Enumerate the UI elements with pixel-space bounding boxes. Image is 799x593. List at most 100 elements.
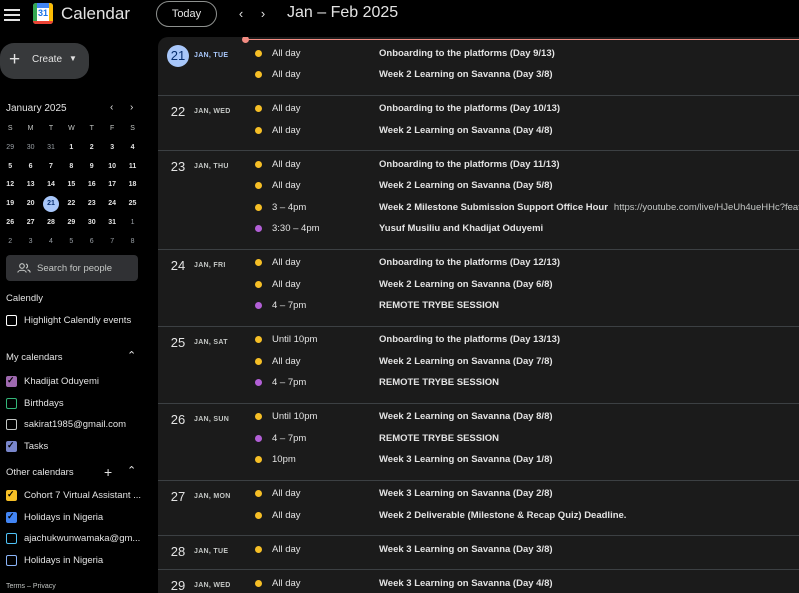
calendar-item[interactable]: sakirat1985@gmail.com [6,418,146,432]
mini-calendar-day[interactable]: 30 [20,139,40,158]
event-row[interactable]: All day Onboarding to the platforms (Day… [158,44,799,65]
footer-links[interactable]: Terms – Privacy [6,583,56,590]
previous-period-icon[interactable]: ‹ [234,6,248,22]
mini-calendar-day-number: 6 [28,162,33,170]
next-period-icon[interactable]: › [256,6,270,22]
calendar-checkbox[interactable] [6,397,17,409]
calendar-item[interactable]: Tasks [6,440,146,454]
calendar-item[interactable]: Holidays in Nigeria [6,511,146,525]
mini-calendar-day[interactable]: 19 [0,195,20,214]
event-row[interactable]: All day Week 2 Learning on Savanna (Day … [158,176,799,197]
main-menu-icon[interactable] [4,6,20,22]
create-button[interactable]: + Create ▼ [0,43,89,79]
mini-calendar-day[interactable]: 29 [61,214,81,233]
calendly-checkbox[interactable] [6,315,17,326]
mini-calendar-day[interactable]: 5 [0,158,20,177]
mini-calendar-day[interactable]: 8 [61,158,81,177]
mini-calendar-day[interactable]: 8 [122,233,142,252]
event-row[interactable]: All day Week 2 Learning on Savanna (Day … [158,352,799,373]
calendar-checkbox[interactable] [6,419,17,430]
event-row[interactable]: All day Week 3 Learning on Savanna (Day … [158,484,799,505]
calendar-item[interactable]: Holidays in Nigeria [6,554,146,568]
event-row[interactable]: All day Week 2 Learning on Savanna (Day … [158,65,799,86]
mini-calendar-day[interactable]: 4 [122,139,142,158]
mini-calendar-day[interactable]: 6 [82,233,102,252]
mini-calendar-day[interactable]: 2 [0,233,20,252]
mini-calendar-day[interactable]: 30 [82,214,102,233]
mini-calendar-day[interactable]: 11 [122,158,142,177]
mini-calendar-day[interactable]: 14 [41,176,61,195]
mini-calendar-day[interactable]: 13 [20,176,40,195]
mini-calendar-day[interactable]: 6 [20,158,40,177]
mini-calendar-day[interactable]: 29 [0,139,20,158]
mini-calendar-day[interactable]: 4 [41,233,61,252]
add-other-calendar-icon[interactable]: + [104,464,112,480]
mini-calendar-day[interactable]: 22 [61,195,81,214]
mini-calendar-day[interactable]: 31 [102,214,122,233]
event-row[interactable]: 4 – 7pm REMOTE TRYBE SESSION [158,429,799,450]
mini-calendar-day[interactable]: 7 [102,233,122,252]
event-row[interactable]: 10pm Week 3 Learning on Savanna (Day 1/8… [158,450,799,471]
mini-calendar-day[interactable]: 1 [122,214,142,233]
mini-calendar-day[interactable]: 25 [122,195,142,214]
event-row[interactable]: All day Week 2 Deliverable (Milestone & … [158,506,799,527]
calendar-checkbox[interactable] [6,375,17,387]
other-calendars-collapse-icon[interactable]: ⌃ [127,464,136,477]
mini-calendar-day[interactable]: 28 [41,214,61,233]
mini-calendar-day[interactable]: 9 [82,158,102,177]
mini-calendar-day[interactable]: 12 [0,176,20,195]
mini-calendar-day[interactable]: 31 [41,139,61,158]
event-row[interactable]: All day Week 3 Learning on Savanna (Day … [158,574,799,593]
calendar-checkbox[interactable] [6,489,17,501]
mini-calendar-day[interactable]: 1 [61,139,81,158]
mini-calendar-today[interactable]: 21 [41,195,61,214]
other-calendars-label[interactable]: Other calendars [6,467,74,478]
calendar-checkbox[interactable] [6,533,17,544]
event-row[interactable]: 3:30 – 4pm Yusuf Musiliu and Khadijat Od… [158,219,799,240]
mini-calendar-day[interactable]: 5 [61,233,81,252]
event-row[interactable]: All day Week 2 Learning on Savanna (Day … [158,275,799,296]
mini-calendar-day[interactable]: 18 [122,176,142,195]
event-row[interactable]: All day Onboarding to the platforms (Day… [158,99,799,120]
calendar-item[interactable]: ajachukwunwamaka@gm... [6,532,146,546]
mini-calendar-day[interactable]: 26 [0,214,20,233]
mini-calendar-day[interactable]: 15 [61,176,81,195]
search-people-input[interactable]: Search for people [6,255,138,281]
mini-calendar-day[interactable]: 17 [102,176,122,195]
event-row[interactable]: All day Onboarding to the platforms (Day… [158,253,799,274]
event-link[interactable]: https://youtube.com/live/HJeUh4ueHHc?fea… [614,202,799,213]
calendar-checkbox[interactable] [6,511,17,523]
mini-calendar-day[interactable]: 10 [102,158,122,177]
event-color-dot [255,434,262,442]
event-row[interactable]: 3 – 4pm Week 2 Milestone Submission Supp… [158,198,799,219]
event-row[interactable]: Until 10pm Week 2 Learning on Savanna (D… [158,407,799,428]
event-row[interactable]: 4 – 7pm REMOTE TRYBE SESSION [158,373,799,394]
event-row[interactable]: All day Onboarding to the platforms (Day… [158,155,799,176]
calendar-checkbox[interactable] [6,440,17,452]
mini-calendar-day[interactable]: 3 [102,139,122,158]
calendar-logo-icon[interactable]: 31 [33,3,53,24]
mini-calendar-day[interactable]: 3 [20,233,40,252]
mini-calendar-next-icon[interactable]: › [130,102,133,113]
my-calendars-collapse-icon[interactable]: ⌃ [127,349,136,362]
my-calendars-label[interactable]: My calendars [6,352,63,363]
calendar-item[interactable]: Birthdays [6,397,146,411]
today-button[interactable]: Today [156,1,217,27]
calendar-item[interactable]: Cohort 7 Virtual Assistant ... [6,489,146,503]
mini-calendar-day[interactable]: 7 [41,158,61,177]
event-row[interactable]: All day Week 3 Learning on Savanna (Day … [158,540,799,561]
calendar-checkbox[interactable] [6,554,17,566]
calendly-highlight-item[interactable]: Highlight Calendly events [6,314,146,328]
mini-calendar-day[interactable]: 24 [102,195,122,214]
mini-calendar-prev-icon[interactable]: ‹ [110,102,113,113]
mini-calendar-day[interactable]: 23 [82,195,102,214]
calendar-item[interactable]: Khadijat Oduyemi [6,375,146,389]
mini-calendar-day[interactable]: 20 [20,195,40,214]
event-row[interactable]: All day Week 2 Learning on Savanna (Day … [158,121,799,142]
mini-calendar-day[interactable]: 2 [82,139,102,158]
app-title[interactable]: Calendar [61,4,130,24]
mini-calendar-day[interactable]: 27 [20,214,40,233]
mini-calendar-day[interactable]: 16 [82,176,102,195]
event-row[interactable]: 4 – 7pm REMOTE TRYBE SESSION [158,296,799,317]
event-row[interactable]: Until 10pm Onboarding to the platforms (… [158,330,799,351]
